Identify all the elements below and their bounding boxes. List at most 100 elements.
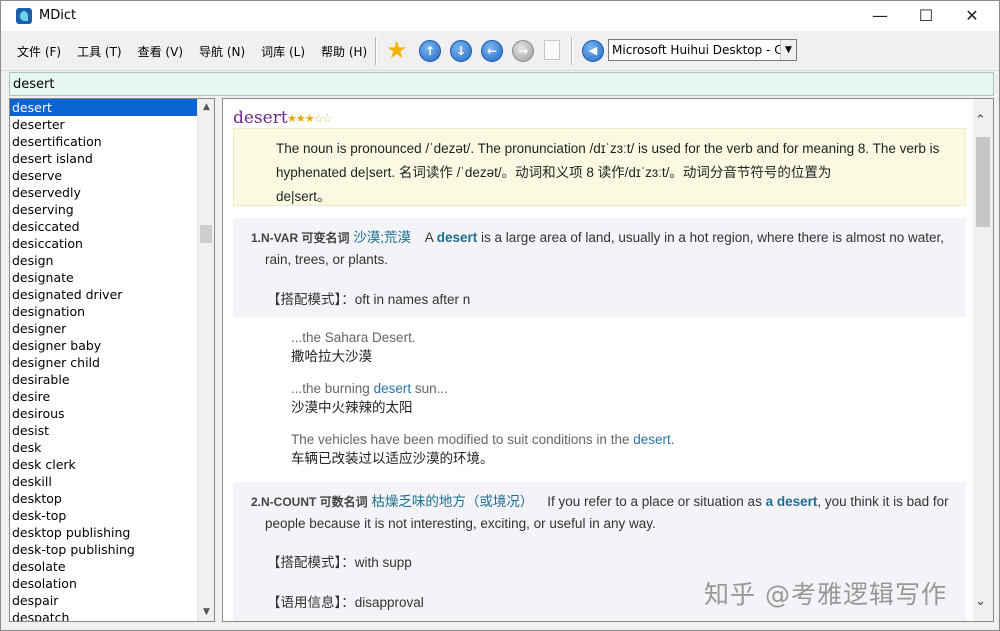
- word-list-item[interactable]: desolate: [10, 558, 198, 575]
- word-list-item[interactable]: desiccation: [10, 235, 198, 252]
- menu-file[interactable]: 文件 (F): [9, 43, 69, 60]
- zhihu-watermark: 知乎 @考雅逻辑写作: [704, 580, 947, 609]
- scroll-up-icon[interactable]: ▲: [198, 99, 214, 116]
- word-list-item[interactable]: deserving: [10, 201, 198, 218]
- word-list-item[interactable]: desire: [10, 388, 198, 405]
- back-arrow-icon[interactable]: ←: [481, 40, 503, 62]
- word-list-item[interactable]: desiccated: [10, 218, 198, 235]
- word-list-item[interactable]: desk-top: [10, 507, 198, 524]
- word-list-items: desert deserter desertification desert isla…: [10, 99, 198, 621]
- menu-navigate[interactable]: 导航 (N): [191, 43, 253, 60]
- minimize-button[interactable]: —: [857, 1, 903, 31]
- word-list-item[interactable]: deserve: [10, 167, 198, 184]
- chevron-up-icon[interactable]: ⌃: [975, 113, 986, 128]
- sense-1-definition: 1.N-VAR 可变名词 沙漠;荒漠 A desert is a large a…: [233, 218, 966, 270]
- menu-view[interactable]: 查看 (V): [130, 43, 191, 60]
- word-list-item[interactable]: designate: [10, 269, 198, 286]
- word-list-item[interactable]: desktop: [10, 490, 198, 507]
- copy-page-icon[interactable]: [544, 40, 560, 60]
- word-list-scrollbar[interactable]: ▲ ▼: [197, 99, 214, 621]
- example-3-post: .: [670, 432, 675, 447]
- menu-tools[interactable]: 工具 (T): [69, 43, 130, 60]
- word-list-item[interactable]: deserter: [10, 116, 198, 133]
- example-3: The vehicles have been modified to suit …: [291, 430, 675, 468]
- toolbar-separator: [571, 37, 573, 65]
- word-list-item[interactable]: desert: [10, 99, 198, 116]
- close-button[interactable]: ✕: [949, 1, 995, 31]
- word-list-item[interactable]: desk clerk: [10, 456, 198, 473]
- word-list-item[interactable]: designer child: [10, 354, 198, 371]
- menu-library[interactable]: 词库 (L): [253, 43, 313, 60]
- chevron-down-icon[interactable]: ⌄: [975, 594, 986, 609]
- sense-2-pattern: 【搭配模式】：with supp: [233, 551, 412, 571]
- definition-scrollbar[interactable]: ⌃ ⌄: [973, 99, 993, 621]
- example-3-english: The vehicles have been modified to suit …: [291, 430, 675, 449]
- scroll-down-icon[interactable]: ▼: [198, 604, 214, 621]
- example-3-keyword[interactable]: desert: [633, 432, 671, 447]
- word-list-item[interactable]: desertification: [10, 133, 198, 150]
- word-list-item[interactable]: designer baby: [10, 337, 198, 354]
- headword: desert: [233, 108, 288, 128]
- word-list-item[interactable]: deskill: [10, 473, 198, 490]
- sense-2-number: 2.N-COUNT 可数名词: [251, 495, 368, 509]
- sense-1-examples: ...the Sahara Desert. 撒哈拉大沙漠 ...the burn…: [233, 319, 966, 479]
- voice-select[interactable]: Microsoft Huihui Desktop - C ▼: [608, 39, 797, 61]
- sense-2-definition: 2.N-COUNT 可数名词 枯燥乏味的地方（或境况） If you refer…: [233, 482, 966, 534]
- note-tail: de|sert。: [276, 189, 331, 204]
- scroll-thumb[interactable]: [200, 225, 212, 243]
- maximize-button[interactable]: ☐: [903, 1, 949, 31]
- word-list-item[interactable]: desirable: [10, 371, 198, 388]
- definition-pane: desert ★★★☆☆ The noun is pronounced /ˈde…: [222, 98, 994, 622]
- word-list-item[interactable]: desolation: [10, 575, 198, 592]
- word-list-item[interactable]: desktop publishing: [10, 524, 198, 541]
- arrow-down-icon[interactable]: ↓: [450, 40, 472, 62]
- chevron-down-icon[interactable]: ▼: [780, 40, 796, 60]
- word-list-item[interactable]: despair: [10, 592, 198, 609]
- scroll-thumb[interactable]: [976, 137, 990, 227]
- stars-filled: ★★★: [287, 112, 315, 125]
- voice-select-value: Microsoft Huihui Desktop - C: [612, 43, 783, 57]
- mdict-window: MDict — ☐ ✕ 文件 (F) 工具 (T) 查看 (V) 导航 (N) …: [0, 0, 1000, 631]
- word-list-item[interactable]: design: [10, 252, 198, 269]
- example-2-pre: ...the burning: [291, 381, 374, 396]
- example-2-english: ...the burning desert sun...: [291, 379, 448, 398]
- example-1-english: ...the Sahara Desert.: [291, 328, 416, 347]
- word-list-item[interactable]: despatch: [10, 609, 198, 621]
- example-1: ...the Sahara Desert. 撒哈拉大沙漠: [291, 328, 416, 366]
- example-1-chinese: 撒哈拉大沙漠: [291, 349, 372, 364]
- word-list-item[interactable]: desirous: [10, 405, 198, 422]
- word-list-item[interactable]: desk-top publishing: [10, 541, 198, 558]
- sense-1: 1.N-VAR 可变名词 沙漠;荒漠 A desert is a large a…: [233, 218, 966, 317]
- favorite-star-icon[interactable]: ★: [386, 36, 408, 64]
- pattern-label: 【搭配模式】：: [267, 292, 355, 307]
- sense-1-pattern: 【搭配模式】：oft in names after n: [233, 288, 470, 308]
- arrow-up-icon[interactable]: ↑: [419, 40, 441, 62]
- speaker-icon[interactable]: ◀: [582, 40, 604, 62]
- example-2-post: sun...: [411, 381, 448, 396]
- note-chinese: 名词读作 /ˈdezət/。动词和义项 8 读作/dɪˈzɜːt/。动词分音节符…: [398, 165, 832, 180]
- word-list-item[interactable]: desk: [10, 439, 198, 456]
- word-list-item[interactable]: desert island: [10, 150, 198, 167]
- toolbar: 文件 (F) 工具 (T) 查看 (V) 导航 (N) 词库 (L) 帮助 (H…: [1, 31, 999, 71]
- word-list-item[interactable]: desist: [10, 422, 198, 439]
- word-list-item[interactable]: designated driver: [10, 286, 198, 303]
- usage-value: disapproval: [354, 595, 424, 610]
- word-list-item[interactable]: designation: [10, 303, 198, 320]
- example-2-keyword[interactable]: desert: [374, 381, 412, 396]
- title-bar: MDict — ☐ ✕: [1, 1, 999, 31]
- usage-label: 【语用信息】：: [267, 595, 355, 610]
- menu-help[interactable]: 帮助 (H): [313, 43, 375, 60]
- search-input[interactable]: [10, 73, 993, 95]
- pronunciation-note: The noun is pronounced /ˈdezət/. The pro…: [233, 128, 966, 206]
- menu-bar: 文件 (F) 工具 (T) 查看 (V) 导航 (N) 词库 (L) 帮助 (H…: [9, 43, 375, 60]
- word-list-item[interactable]: designer: [10, 320, 198, 337]
- sense-1-number: 1.N-VAR 可变名词: [251, 231, 350, 245]
- word-list-item[interactable]: deservedly: [10, 184, 198, 201]
- sense-1-chinese: 沙漠;荒漠: [353, 230, 411, 245]
- example-3-pre: The vehicles have been modified to suit …: [291, 432, 634, 447]
- example-2-chinese: 沙漠中火辣辣的太阳: [291, 400, 413, 415]
- sense-2-def-pre: If you refer to a place or situation as: [547, 494, 766, 509]
- example-3-chinese: 车辆已改装过以适应沙漠的环境。: [291, 451, 494, 466]
- toolbar-separator: [375, 37, 377, 65]
- forward-arrow-icon[interactable]: →: [512, 40, 534, 62]
